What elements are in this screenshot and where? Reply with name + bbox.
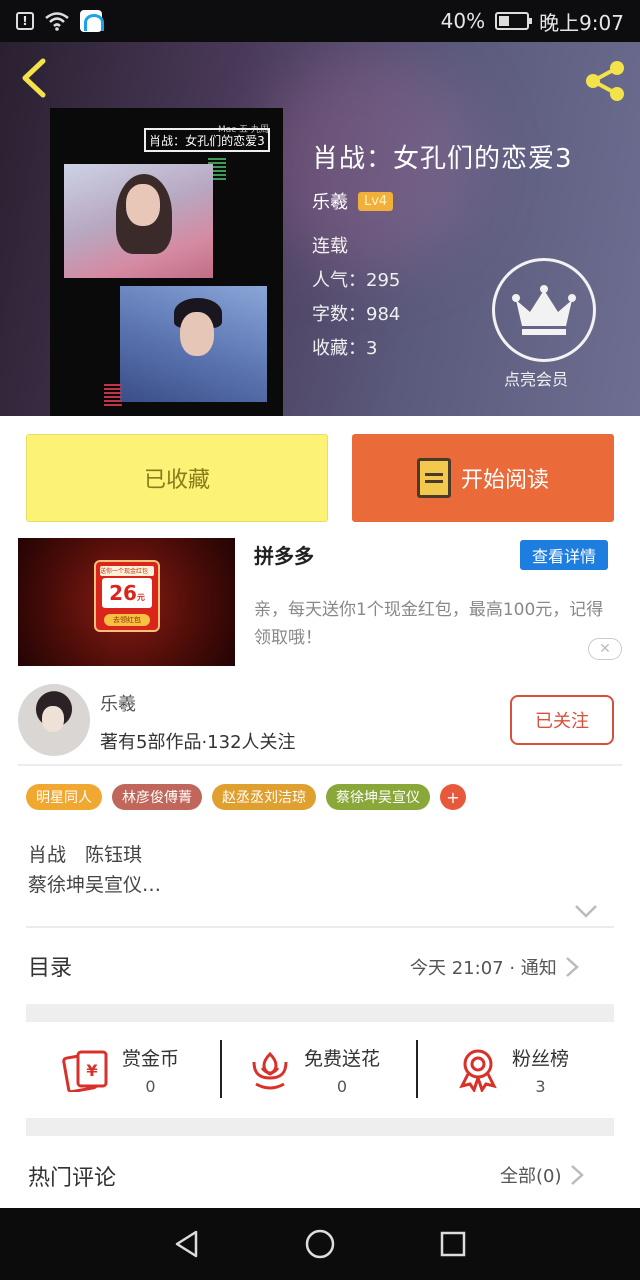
ad-title: 拼多多 — [254, 544, 314, 568]
hot-comments-title: 热门评论 — [28, 1166, 117, 1191]
back-triangle-icon — [175, 1230, 197, 1258]
battery-icon — [495, 12, 533, 30]
ad-description: 亲，每天送你1个现金红包，最高100元，记得领取哦！ — [254, 600, 604, 648]
divider — [26, 926, 614, 928]
section-separator — [26, 1118, 614, 1136]
ad-card-button: 去领红包 — [104, 614, 150, 626]
back-arrow-icon — [22, 58, 46, 98]
free-flower-count: 0 — [336, 1077, 348, 1096]
all-comments-label: 全部(0) — [500, 1166, 562, 1187]
catalog-update-text: 今天 21:07 · 通知 — [410, 958, 557, 979]
ad-close-button[interactable]: ✕ — [588, 638, 622, 660]
reward-coins-count: 0 — [145, 1077, 156, 1096]
chevron-right-icon — [570, 1165, 584, 1185]
start-reading-button[interactable]: 开始阅读 — [352, 434, 614, 522]
vip-label: 点亮会员 — [504, 370, 569, 389]
ad-banner[interactable]: 送你一个现金红包 26元 去领红包 拼多多 查看详情 亲，每天送你1个现金红包，… — [18, 538, 622, 666]
book-icon — [416, 458, 451, 498]
free-flower-button[interactable]: 免费送花 0 — [248, 1038, 380, 1102]
book-popularity: 人气：295 — [312, 270, 401, 291]
ad-card-top: 送你一个现金红包 — [100, 566, 154, 576]
author-name[interactable]: 乐羲 — [312, 188, 348, 214]
catalog-title[interactable]: 目录 — [28, 950, 72, 982]
back-button[interactable] — [14, 56, 54, 100]
flower-icon — [252, 1051, 288, 1090]
red-envelope-icon: ¥ — [62, 1050, 108, 1092]
battery-percent: 40% — [440, 9, 486, 33]
tag[interactable]: 蔡徐坤吴宣仪 — [326, 784, 430, 810]
wifi-icon — [45, 12, 69, 31]
synopsis-line: 肖战 陈钰琪 — [28, 844, 143, 866]
tag[interactable]: 明星同人 — [26, 784, 102, 810]
share-button[interactable] — [580, 56, 630, 106]
book-title: 肖战：女孔们的恋爱3 — [312, 144, 573, 174]
book-cover[interactable]: Mac 五 九周 肖战：女孔们的恋爱3 — [50, 108, 283, 416]
nav-back-button[interactable] — [157, 1214, 217, 1274]
medal-icon — [459, 1049, 497, 1092]
app-notification-icon — [80, 10, 104, 32]
recents-square-icon — [441, 1231, 466, 1257]
cover-photo-1 — [64, 164, 213, 278]
more-tags-button[interactable]: + — [440, 784, 466, 810]
catalog-update[interactable]: 今天 21:07 · 通知 — [410, 954, 579, 980]
synopsis[interactable]: 肖战 陈钰琪 蔡徐坤吴宣仪… — [28, 840, 161, 900]
all-comments-link[interactable]: 全部(0) — [500, 1162, 584, 1188]
vip-button[interactable] — [492, 258, 596, 362]
reward-coins-label: 赏金币 — [122, 1048, 180, 1070]
system-nav-bar — [0, 1208, 640, 1280]
book-header: Mac 五 九周 肖战：女孔们的恋爱3 肖战：女孔们的恋爱3 乐羲 Lv4 连载… — [0, 42, 640, 416]
share-icon — [586, 61, 624, 101]
book-status: 连载 — [312, 236, 348, 257]
nav-recents-button[interactable] — [423, 1214, 483, 1274]
book-detail-content: 已收藏 开始阅读 送你一个现金红包 26元 去领红包 拼多多 查看详情 亲，每天… — [0, 416, 640, 1208]
home-circle-icon — [305, 1229, 335, 1259]
author-section-name[interactable]: 乐羲 — [100, 690, 136, 716]
status-bar: ! 40% 晚上9:07 — [0, 0, 640, 42]
svg-text:¥: ¥ — [86, 1061, 97, 1080]
chevron-right-icon — [565, 957, 579, 977]
expand-chevron-icon[interactable] — [574, 904, 598, 918]
nav-home-button[interactable] — [290, 1214, 350, 1274]
alert-icon: ! — [16, 12, 34, 30]
ad-image[interactable]: 送你一个现金红包 26元 去领红包 — [18, 538, 235, 666]
fan-ranking-label: 粉丝榜 — [512, 1048, 570, 1070]
tag[interactable]: 林彦俊傅菁 — [112, 784, 202, 810]
fan-ranking-button[interactable]: 粉丝榜 3 — [456, 1038, 569, 1102]
clock: 晚上9:07 — [539, 10, 624, 35]
reward-coins-button[interactable]: ¥ 赏金币 0 — [62, 1038, 179, 1102]
divider — [220, 1040, 222, 1098]
cover-title: 肖战：女孔们的恋爱3 — [144, 128, 270, 152]
section-separator — [26, 1004, 614, 1022]
free-flower-label: 免费送花 — [304, 1048, 381, 1070]
close-icon: ✕ — [599, 641, 611, 657]
author-avatar[interactable] — [18, 684, 90, 756]
cover-photo-2 — [120, 286, 267, 402]
collected-button[interactable]: 已收藏 — [26, 434, 328, 522]
start-reading-label: 开始阅读 — [460, 468, 549, 493]
book-favorites: 收藏：3 — [312, 338, 378, 359]
book-word-count: 字数：984 — [312, 304, 401, 325]
view-details-button[interactable]: 查看详情 — [520, 540, 608, 570]
author-info: 著有5部作品·132人关注 — [100, 732, 296, 753]
follow-button[interactable]: 已关注 — [510, 695, 614, 745]
author-row[interactable]: 乐羲 Lv4 — [312, 188, 394, 214]
synopsis-line: 蔡徐坤吴宣仪… — [28, 874, 162, 896]
red-envelope-card: 送你一个现金红包 26元 去领红包 — [94, 560, 160, 632]
divider — [18, 764, 622, 766]
level-badge: Lv4 — [358, 191, 394, 211]
cover-decoration — [104, 384, 122, 406]
crown-icon — [512, 285, 576, 335]
tag-list: 明星同人 林彦俊傅菁 赵丞丞刘洁琼 蔡徐坤吴宣仪 + — [26, 784, 466, 810]
ad-amount: 26元 — [102, 578, 152, 608]
divider — [416, 1040, 418, 1098]
fan-ranking-count: 3 — [535, 1077, 546, 1096]
tag[interactable]: 赵丞丞刘洁琼 — [212, 784, 316, 810]
